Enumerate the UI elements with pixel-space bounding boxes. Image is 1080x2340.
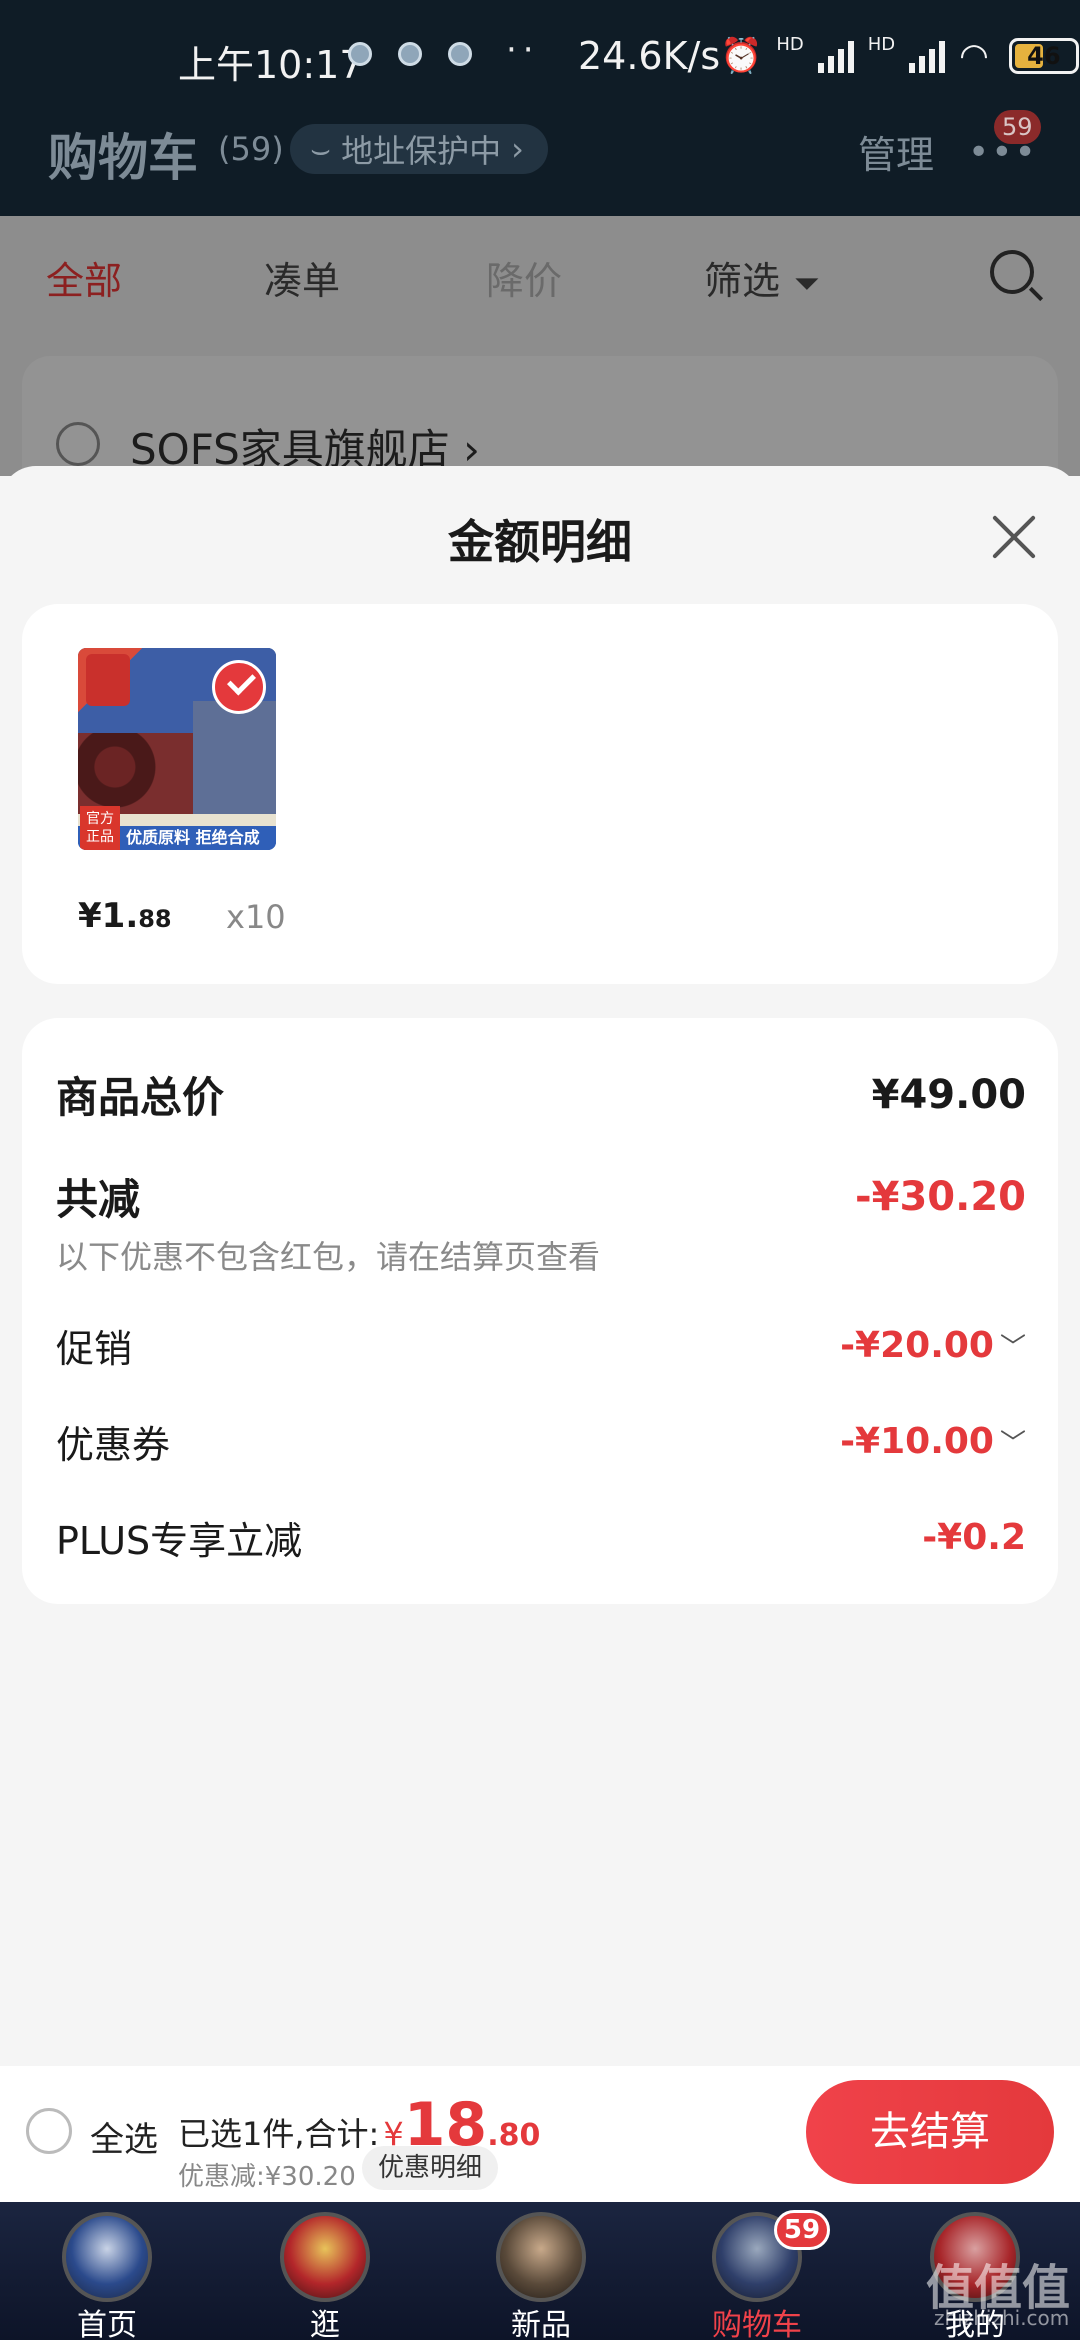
selected-total-amount: 18	[403, 2090, 488, 2160]
notification-icon	[348, 42, 372, 66]
tab-all[interactable]: 全部	[46, 250, 122, 305]
total-reduction-value: -¥30.20	[855, 1173, 1026, 1220]
close-icon[interactable]	[990, 512, 1038, 560]
cart-badge: 59	[774, 2210, 830, 2250]
checkout-button[interactable]: 去结算	[806, 2080, 1054, 2184]
total-price-row: 商品总价 ¥49.00	[56, 1064, 1026, 1125]
signal-icon	[817, 39, 854, 73]
coupon-label: 优惠券	[56, 1423, 171, 1467]
hd-label: HD	[867, 34, 896, 55]
network-speed: 24.6K/s	[578, 34, 721, 78]
eye-closed-icon: ⌣	[310, 129, 332, 168]
address-protection-label: 地址保护中	[341, 132, 502, 170]
brand-logo	[86, 654, 130, 706]
top-bar: 上午10:17 ·· 24.6K/s ⏰ HD HD ◠ 46 购物车 (59)…	[0, 0, 1080, 216]
search-icon[interactable]	[990, 250, 1034, 294]
signal-icon	[909, 39, 946, 73]
home-hero-icon	[62, 2212, 152, 2302]
product-quantity: x10	[226, 898, 286, 936]
page-title: 购物车	[48, 129, 198, 187]
message-badge: 59	[994, 110, 1041, 144]
select-all-label[interactable]: 全选	[90, 2112, 158, 2161]
coupon-row[interactable]: 优惠券 -¥10.00 ﹀	[56, 1414, 1026, 1469]
checked-icon	[212, 660, 266, 714]
store-select-radio[interactable]	[56, 422, 100, 466]
status-bar: 上午10:17 ·· 24.6K/s ⏰ HD HD ◠ 46	[0, 0, 1080, 118]
status-icons: ⏰ HD HD ◠ 46	[720, 36, 1079, 76]
more-notifications-icon: ··	[506, 30, 540, 70]
chevron-down-icon: ﹀	[999, 1429, 1026, 1459]
plus-discount-label: PLUS专享立减	[56, 1519, 303, 1563]
plus-discount-row: PLUS专享立减 -¥0.2	[56, 1510, 1026, 1565]
tab-bundle[interactable]: 凑单	[264, 250, 340, 305]
manage-button[interactable]: 管理	[858, 124, 934, 179]
address-protection-button[interactable]: ⌣ 地址保护中 ›	[290, 124, 548, 174]
total-price-label: 商品总价	[56, 1073, 225, 1122]
cart-tabs: 全部 凑单 降价 筛选 ⏷	[0, 216, 1080, 326]
reduction-note: 以下优惠不包含红包，请在结算页查看	[56, 1238, 601, 1276]
status-time: 上午10:17	[178, 43, 364, 87]
notification-icons	[348, 42, 472, 66]
selected-total: 已选1件,合计: ¥ 18 .80	[178, 2090, 541, 2160]
tab-filter[interactable]: 筛选 ⏷	[704, 250, 820, 305]
cart-count: (59)	[218, 130, 284, 168]
coupon-value: -¥10.00 ﹀	[840, 1421, 1026, 1462]
total-price-value: ¥49.00	[871, 1071, 1026, 1118]
notification-icon	[448, 42, 472, 66]
nav-explore[interactable]: 逛	[250, 2202, 400, 2340]
tab-filter-label: 筛选	[704, 259, 781, 303]
new-hero-icon	[496, 2212, 586, 2302]
sheet-title: 金额明细	[448, 515, 632, 569]
discount-amount: 优惠减:¥30.20	[178, 2162, 356, 2192]
selected-total-label: 已选1件,合计:	[178, 2115, 380, 2153]
nav-cart[interactable]: 59 购物车	[682, 2202, 832, 2340]
promotion-label: 促销	[56, 1327, 133, 1371]
product-price: ¥1.88	[78, 896, 172, 936]
chevron-down-icon: ﹀	[999, 1333, 1026, 1363]
plus-discount-value: -¥0.2	[922, 1517, 1026, 1558]
nav-new[interactable]: 新品	[466, 2202, 616, 2340]
chevron-right-icon: ›	[511, 130, 524, 168]
nav-home[interactable]: 首页	[32, 2202, 182, 2340]
official-badge: 官方正品	[80, 806, 120, 850]
battery-level: 46	[1027, 42, 1061, 70]
total-reduction-label: 共减	[56, 1175, 141, 1224]
promotion-value: -¥20.00 ﹀	[840, 1325, 1026, 1366]
filter-icon: ⏷	[794, 264, 820, 302]
hd-label: HD	[776, 34, 804, 55]
alarm-icon: ⏰	[720, 36, 763, 76]
select-all-radio[interactable]	[26, 2108, 72, 2154]
wifi-icon: ◠	[959, 36, 989, 76]
notification-icon	[398, 42, 422, 66]
total-reduction-row: 共减 -¥30.20	[56, 1166, 1026, 1227]
watermark-url: zhizhizhi.com	[934, 2306, 1070, 2330]
explore-hero-icon	[280, 2212, 370, 2302]
battery-icon: 46	[1008, 38, 1079, 74]
discount-detail-button[interactable]: 优惠明细	[362, 2146, 499, 2190]
promotion-row[interactable]: 促销 -¥20.00 ﹀	[56, 1318, 1026, 1373]
tab-price-drop[interactable]: 降价	[486, 250, 562, 305]
